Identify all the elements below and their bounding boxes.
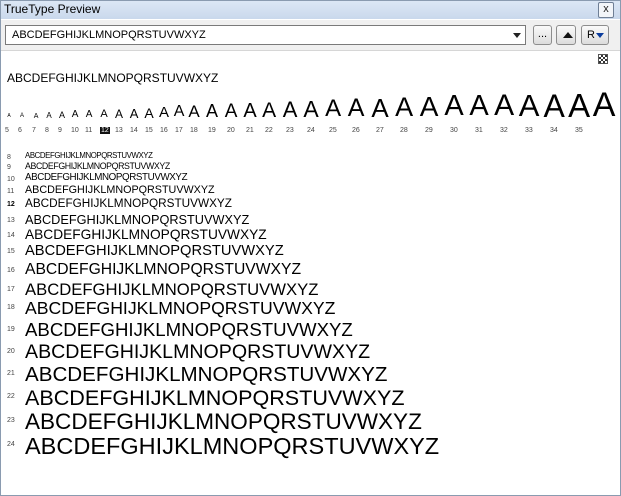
size-label[interactable]: 31	[475, 127, 483, 134]
sample-line: ABCDEFGHIJKLMNOPQRSTUVWXYZ	[7, 71, 219, 85]
row-size-label: 13	[7, 217, 15, 224]
chevron-down-icon	[596, 33, 604, 38]
size-label[interactable]: 19	[208, 127, 216, 134]
row-sample-text: ABCDEFGHIJKLMNOPQRSTUVWXYZ	[25, 227, 267, 242]
size-label[interactable]: 7	[32, 127, 36, 134]
sample-text-value: ABCDEFGHIJKLMNOPQRSTUVWXYZ	[12, 29, 206, 41]
size-label[interactable]: 11	[85, 127, 92, 134]
row-size-label: 12	[7, 201, 15, 208]
size-label[interactable]: 14	[130, 127, 138, 134]
size-label[interactable]: 34	[550, 127, 558, 134]
size-label[interactable]: 15	[145, 127, 153, 134]
row-size-label: 16	[7, 267, 15, 274]
row-sample-text: ABCDEFGHIJKLMNOPQRSTUVWXYZ	[25, 341, 371, 363]
size-label[interactable]: 13	[115, 127, 123, 134]
size-label[interactable]: 18	[190, 127, 198, 134]
row-size-label: 8	[7, 154, 11, 161]
close-icon: x	[603, 3, 609, 15]
waterfall-glyph: A	[469, 90, 489, 123]
size-label[interactable]: 27	[376, 127, 384, 134]
row-sample-text: ABCDEFGHIJKLMNOPQRSTUVWXYZ	[25, 161, 170, 171]
size-label[interactable]: 24	[307, 127, 315, 134]
size-label[interactable]: 25	[329, 127, 337, 134]
row-size-label: 9	[7, 164, 11, 171]
row-size-label: 14	[7, 232, 15, 239]
row-size-label: 17	[7, 286, 15, 293]
sample-text-combobox[interactable]: ABCDEFGHIJKLMNOPQRSTUVWXYZ	[5, 25, 526, 45]
row-size-label: 18	[7, 304, 15, 311]
row-sample-text: ABCDEFGHIJKLMNOPQRSTUVWXYZ	[25, 212, 250, 227]
size-label[interactable]: 5	[5, 127, 9, 134]
row-size-label: 20	[7, 348, 15, 355]
resize-grip-icon[interactable]	[598, 54, 608, 64]
waterfall-glyph: A	[592, 85, 616, 124]
move-up-button[interactable]	[556, 25, 576, 45]
size-label[interactable]: 32	[500, 127, 508, 134]
row-sample-text: ABCDEFGHIJKLMNOPQRSTUVWXYZ	[25, 385, 405, 410]
size-label[interactable]: 30	[450, 127, 458, 134]
window-title: TrueType Preview	[4, 2, 101, 16]
size-label[interactable]: 9	[58, 127, 62, 134]
row-size-label: 10	[7, 176, 15, 183]
size-label[interactable]: 10	[71, 127, 79, 134]
row-size-label: 19	[7, 326, 15, 333]
row-sample-text: ABCDEFGHIJKLMNOPQRSTUVWXYZ	[25, 280, 319, 299]
row-sample-text: ABCDEFGHIJKLMNOPQRSTUVWXYZ	[25, 298, 336, 318]
row-size-label: 15	[7, 248, 15, 255]
row-sample-text: ABCDEFGHIJKLMNOPQRSTUVWXYZ	[25, 151, 153, 160]
size-label[interactable]: 33	[525, 127, 533, 134]
waterfall-glyph: A	[444, 90, 464, 123]
toolbar: ABCDEFGHIJKLMNOPQRSTUVWXYZ ... R	[1, 20, 620, 51]
arrow-up-icon	[563, 32, 573, 38]
row-size-label: 24	[7, 441, 15, 448]
row-sample-text: ABCDEFGHIJKLMNOPQRSTUVWXYZ	[25, 433, 440, 459]
waterfall-glyph: A	[20, 113, 25, 120]
row-sample-text: ABCDEFGHIJKLMNOPQRSTUVWXYZ	[25, 319, 353, 340]
render-mode-button[interactable]: R	[581, 25, 609, 45]
size-label[interactable]: 35	[575, 127, 583, 134]
size-label[interactable]: 28	[400, 127, 408, 134]
size-label[interactable]: 23	[286, 127, 294, 134]
size-label[interactable]: 20	[227, 127, 235, 134]
row-sample-text: ABCDEFGHIJKLMNOPQRSTUVWXYZ	[25, 363, 388, 386]
row-size-label: 22	[7, 393, 15, 400]
ellipsis-label: ...	[537, 28, 548, 40]
truetype-preview-window: TrueType Preview x ABCDEFGHIJKLMNOPQRSTU…	[0, 0, 621, 496]
row-sample-text: ABCDEFGHIJKLMNOPQRSTUVWXYZ	[25, 172, 188, 183]
title-bar[interactable]: TrueType Preview x	[1, 1, 620, 19]
waterfall-glyph: A	[518, 88, 540, 124]
row-size-label: 21	[7, 370, 15, 377]
browse-button[interactable]: ...	[533, 25, 552, 45]
waterfall-glyph: A	[494, 89, 515, 123]
size-label[interactable]: 8	[45, 127, 49, 134]
size-label[interactable]: 6	[18, 127, 22, 134]
row-size-label: 23	[7, 417, 15, 424]
waterfall-glyph: A	[568, 86, 591, 124]
size-label[interactable]: 29	[425, 127, 433, 134]
row-sample-text: ABCDEFGHIJKLMNOPQRSTUVWXYZ	[25, 197, 232, 210]
row-sample-text: ABCDEFGHIJKLMNOPQRSTUVWXYZ	[25, 261, 302, 278]
row-sample-text: ABCDEFGHIJKLMNOPQRSTUVWXYZ	[25, 409, 422, 434]
size-label[interactable]: 22	[265, 127, 273, 134]
row-sample-text: ABCDEFGHIJKLMNOPQRSTUVWXYZ	[25, 184, 215, 196]
close-button[interactable]: x	[598, 2, 614, 18]
size-label[interactable]: 17	[175, 127, 183, 134]
row-size-label: 11	[7, 188, 15, 195]
selected-size-label[interactable]: 12	[100, 127, 110, 134]
chevron-down-icon[interactable]	[513, 33, 521, 38]
render-mode-label: R	[587, 29, 595, 41]
size-label[interactable]: 21	[246, 127, 254, 134]
waterfall-glyph: A	[543, 87, 565, 124]
row-sample-text: ABCDEFGHIJKLMNOPQRSTUVWXYZ	[25, 243, 284, 259]
size-label[interactable]: 16	[160, 127, 168, 134]
size-label[interactable]: 26	[352, 127, 360, 134]
